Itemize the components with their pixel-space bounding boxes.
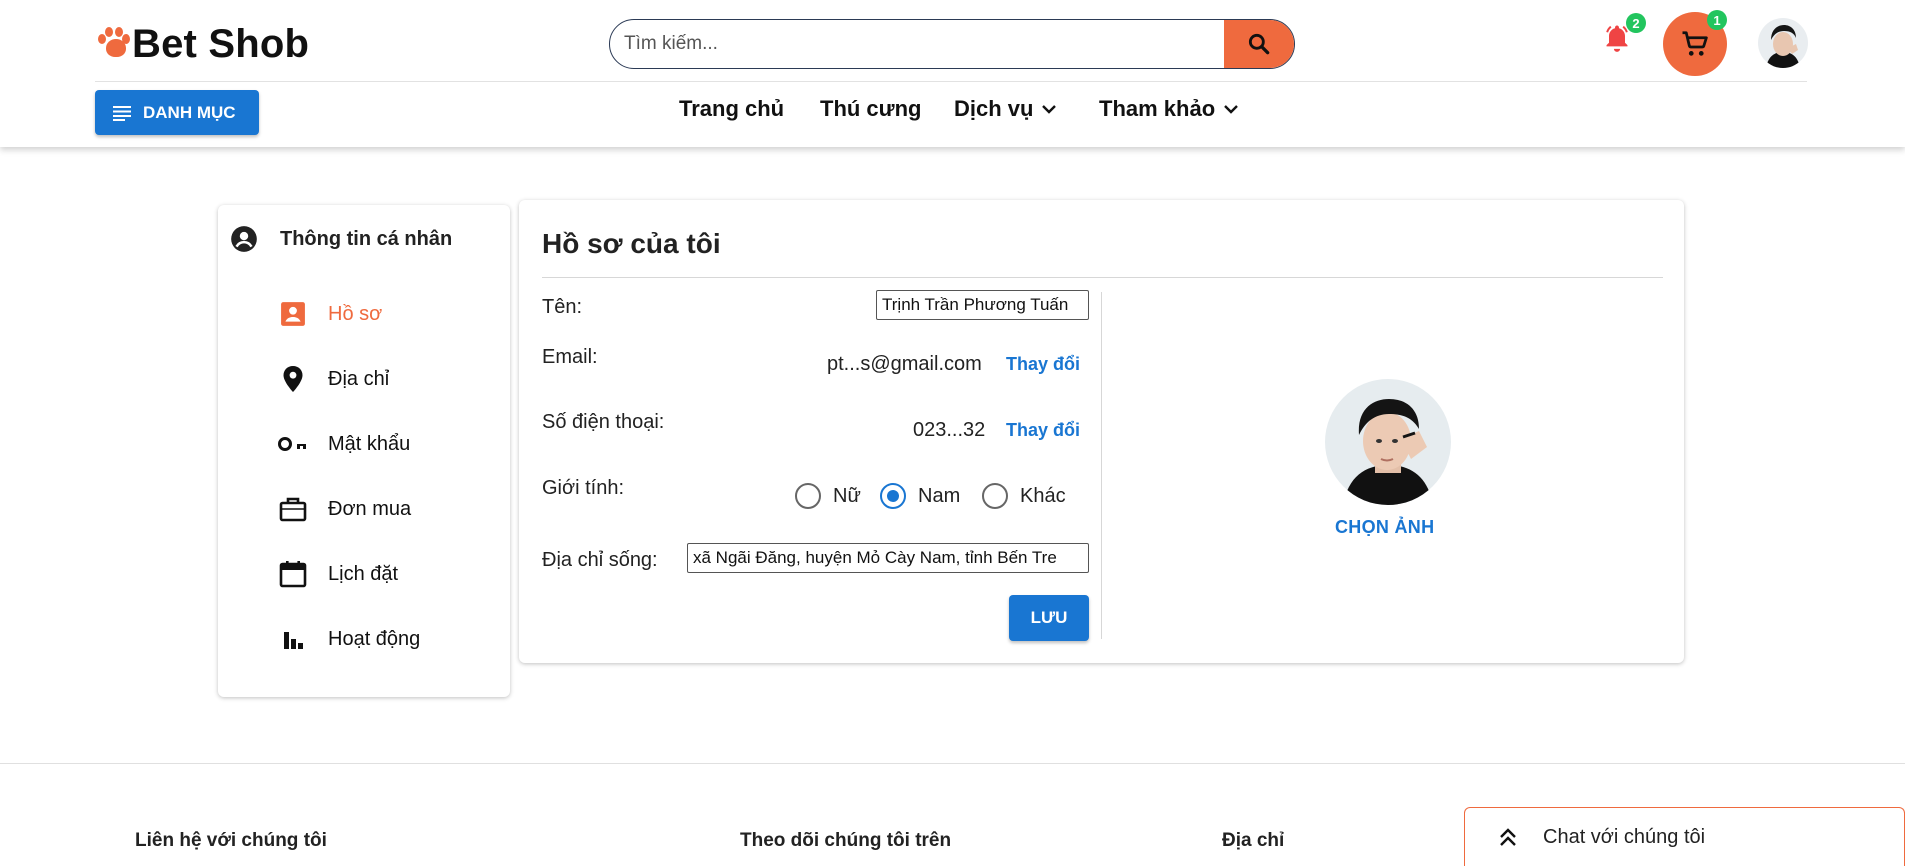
cart-icon [1682,31,1708,56]
phone-value: 023...32 [913,419,986,441]
cart-button[interactable]: 1 [1663,10,1727,76]
brand-name: Bet Shob [132,21,310,66]
account-sidebar: Thông tin cá nhân Hồ sơ Địa chỉ Mật khẩu… [218,205,510,697]
radio-button [795,483,821,509]
nav-pets-label: Thú cưng [820,96,922,121]
gender-option-female[interactable]: Nữ [795,483,861,509]
site-header: Bet Shob 2 1 DANH MỤC Trang chủ Thú cưng… [0,0,1905,147]
address-field[interactable] [687,543,1089,573]
address-label: Địa chỉ sống: [542,549,658,571]
sidebar-item-label: Địa chỉ [328,367,390,390]
notification-button[interactable]: 2 [1602,13,1646,57]
nav-home-label: Trang chủ [679,96,785,121]
search-input[interactable] [610,20,1224,68]
choose-photo-button[interactable]: CHỌN ẢNH [1335,517,1434,538]
location-pin-icon [278,364,308,394]
bar-chart-icon [278,624,308,654]
main-nav: Trang chủ Thú cưng Dịch vụ Tham khảo [0,92,1905,132]
gender-option-other[interactable]: Khác [982,483,1066,509]
email-label: Email: [542,346,598,368]
radio-button [982,483,1008,509]
phone-label: Số điện thoại: [542,411,665,433]
sidebar-item-label: Hoạt động [328,627,421,650]
footer-follow-heading: Theo dõi chúng tôi trên [740,830,952,851]
nav-services[interactable]: Dịch vụ [954,96,1057,122]
sidebar-item-label: Hồ sơ [328,302,383,325]
footer-divider [0,763,1905,764]
gender-label: Giới tính: [542,477,625,499]
logo[interactable]: Bet Shob [96,20,309,68]
sidebar-item-password[interactable]: Mật khẩu [278,429,410,459]
column-divider [1101,292,1102,639]
sidebar-item-schedule[interactable]: Lịch đặt [278,559,398,589]
calendar-icon [278,559,308,589]
search-icon [1248,33,1270,55]
nav-reference-label: Tham khảo [1099,96,1216,121]
header-divider [95,81,1807,82]
double-chevron-up-icon [1500,827,1516,846]
page-title: Hồ sơ của tôi [542,228,721,259]
sidebar-item-orders[interactable]: Đơn mua [278,494,411,524]
notification-badge: 2 [1626,13,1646,33]
sidebar-item-profile[interactable]: Hồ sơ [278,299,382,329]
gender-option-label: Khác [1020,484,1066,507]
profile-card: Hồ sơ của tôi Tên: Email: pt...s@gmail.c… [519,200,1684,663]
sidebar-item-label: Đơn mua [328,497,412,520]
change-phone-link[interactable]: Thay đổi [1006,420,1080,441]
sidebar-title-label: Thông tin cá nhân [280,227,453,250]
user-avatar[interactable] [1758,18,1808,68]
name-field[interactable] [876,290,1089,320]
sidebar-item-activity[interactable]: Hoạt động [278,624,420,654]
gender-option-label: Nữ [833,484,861,507]
name-label: Tên: [542,296,583,318]
nav-services-label: Dịch vụ [954,96,1034,121]
email-value: pt...s@gmail.com [827,353,982,375]
sidebar-title: Thông tin cá nhân [230,225,452,253]
save-button[interactable]: LƯU [1009,595,1089,641]
footer-contact-heading: Liên hệ với chúng tôi [135,830,327,851]
chat-widget-label: Chat với chúng tôi [1543,826,1706,848]
chat-widget-toggle[interactable]: Chat với chúng tôi [1464,807,1905,866]
nav-pets[interactable]: Thú cưng [820,96,921,122]
key-icon [278,429,308,459]
profile-card-icon [278,299,308,329]
radio-button-selected [880,483,906,509]
gender-option-male[interactable]: Nam [880,483,960,509]
briefcase-icon [278,494,308,524]
chevron-down-icon [1042,105,1057,114]
cart-badge: 1 [1707,10,1727,30]
title-divider [542,277,1663,278]
sidebar-item-label: Mật khẩu [328,432,411,455]
footer-address-heading: Địa chỉ [1222,830,1285,851]
chevron-down-icon [1224,105,1238,114]
account-circle-icon [231,226,257,252]
nav-reference[interactable]: Tham khảo [1099,96,1239,122]
change-email-link[interactable]: Thay đổi [1006,354,1080,375]
paw-icon [96,25,130,63]
nav-home[interactable]: Trang chủ [679,96,784,122]
search-button[interactable] [1224,20,1294,68]
sidebar-item-address[interactable]: Địa chỉ [278,364,389,394]
gender-option-label: Nam [918,484,961,507]
sidebar-item-label: Lịch đặt [328,562,399,585]
search-bar [609,19,1295,69]
profile-photo [1325,379,1451,505]
